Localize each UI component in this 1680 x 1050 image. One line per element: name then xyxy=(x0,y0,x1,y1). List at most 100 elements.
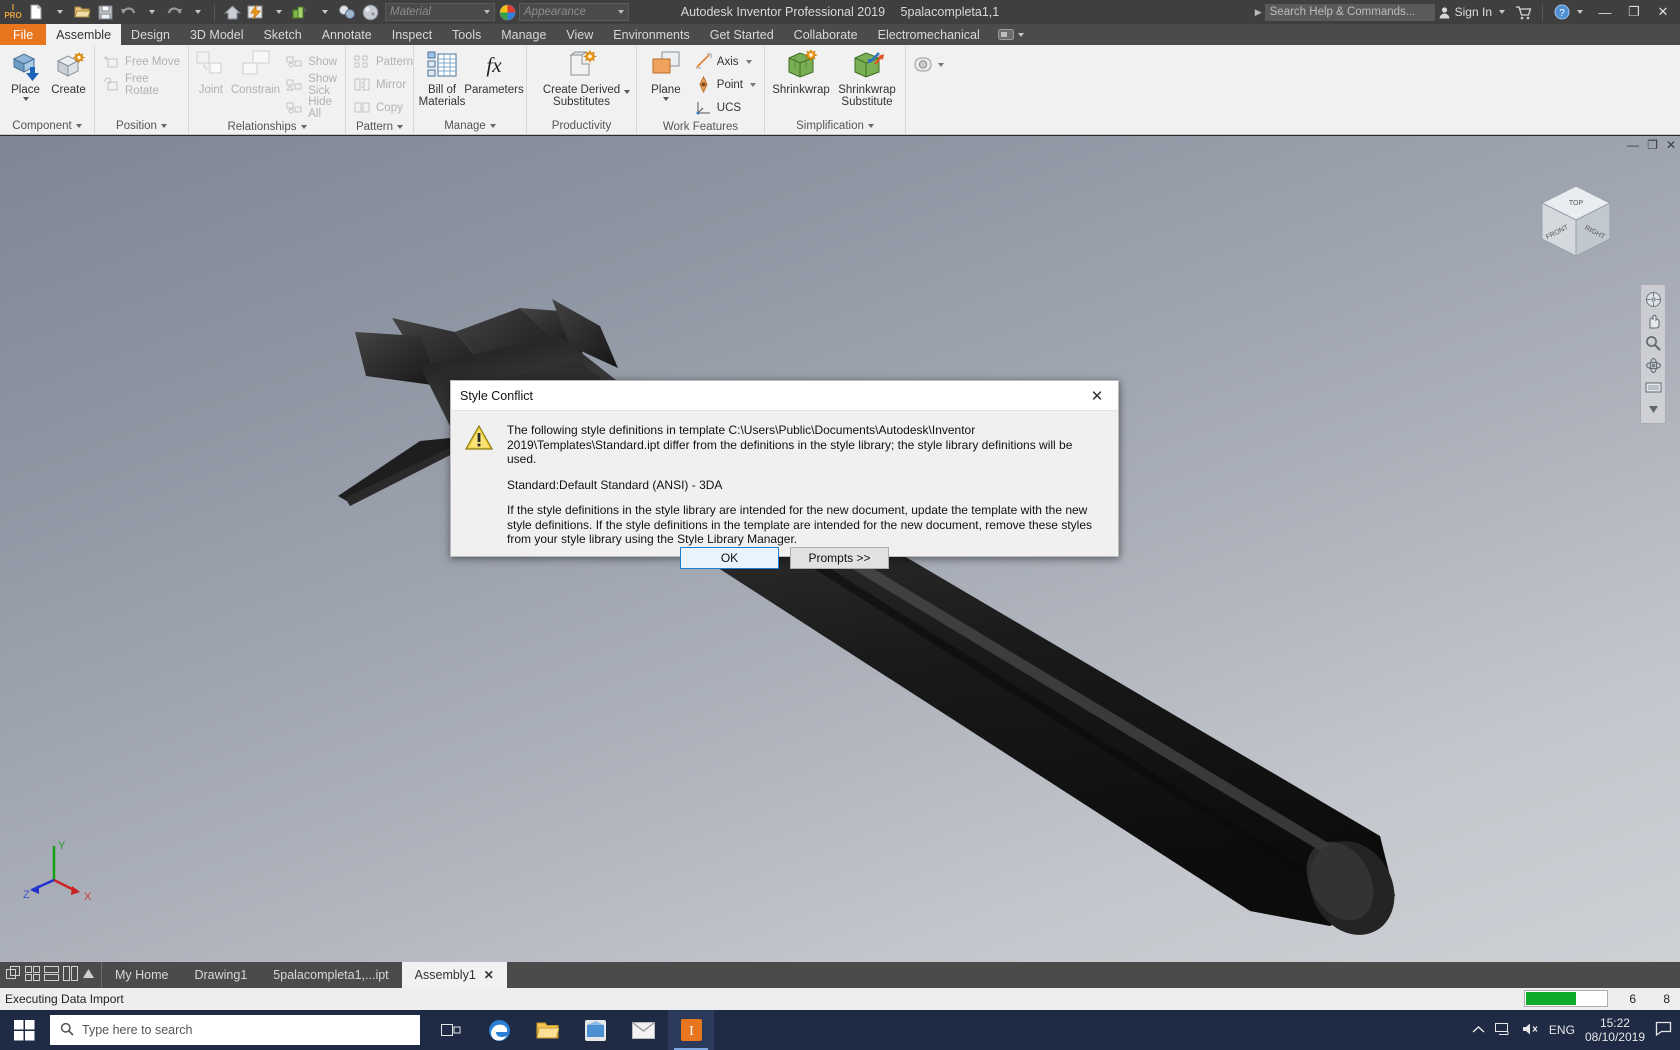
doc-tab-my-home[interactable]: My Home xyxy=(102,962,181,988)
panel-title-simplification[interactable]: Simplification xyxy=(765,118,905,134)
shrinkwrap-button[interactable]: Shrinkwrap xyxy=(769,48,833,96)
doc-tab-5palacompleta[interactable]: 5palacompleta1,...ipt xyxy=(260,962,401,988)
ribbon-tab-tools[interactable]: Tools xyxy=(442,24,491,45)
microsoft-store-icon[interactable] xyxy=(572,1010,618,1050)
volume-muted-icon[interactable] xyxy=(1522,1022,1539,1039)
viewport-close-button[interactable]: ✕ xyxy=(1666,138,1676,152)
cart-icon[interactable] xyxy=(1512,1,1534,23)
edge-browser-icon[interactable] xyxy=(476,1010,522,1050)
mirror-button[interactable]: Mirror xyxy=(350,73,417,96)
taskbar-clock[interactable]: 15:22 08/10/2019 xyxy=(1585,1016,1645,1044)
parameters-button[interactable]: fx Parameters xyxy=(464,48,523,96)
convert-button[interactable] xyxy=(910,53,948,76)
orbit-icon[interactable] xyxy=(1642,354,1664,376)
ribbon-overflow[interactable] xyxy=(990,24,1032,45)
ribbon-tab-annotate[interactable]: Annotate xyxy=(312,24,382,45)
undo-dropdown-icon[interactable] xyxy=(140,1,162,23)
panel-title-manage[interactable]: Manage xyxy=(414,118,526,134)
task-view-icon[interactable] xyxy=(428,1010,474,1050)
open-file-icon[interactable] xyxy=(71,1,93,23)
grid-view-icon[interactable] xyxy=(25,966,40,984)
tile-all-icon[interactable] xyxy=(6,966,21,984)
ribbon-tab-inspect[interactable]: Inspect xyxy=(382,24,442,45)
create-derived-substitutes-button[interactable]: Create Derived Substitutes xyxy=(532,48,632,108)
material-sphere-icon[interactable] xyxy=(359,1,381,23)
help-icon[interactable]: ? xyxy=(1551,1,1573,23)
create-component-button[interactable]: Create xyxy=(47,48,90,96)
maximize-button[interactable]: ❐ xyxy=(1621,0,1647,24)
vertical-split-icon[interactable] xyxy=(63,966,78,984)
prompts-button[interactable]: Prompts >> xyxy=(790,546,889,569)
panel-title-pattern[interactable]: Pattern xyxy=(346,119,413,134)
copy-button[interactable]: Copy xyxy=(350,96,417,119)
close-button[interactable]: ✕ xyxy=(1650,0,1676,24)
network-icon[interactable] xyxy=(1494,1022,1512,1039)
show-relationships-button[interactable]: Show xyxy=(282,50,341,73)
sign-in-button[interactable]: Sign In xyxy=(1438,5,1492,19)
viewport-minimize-button[interactable]: — xyxy=(1627,138,1639,152)
panel-title-position[interactable]: Position xyxy=(95,118,188,134)
place-component-dropdown-icon[interactable] xyxy=(22,97,29,101)
ucs-button[interactable]: UCS xyxy=(691,96,760,119)
home-icon[interactable] xyxy=(221,1,243,23)
redo-dropdown-icon[interactable] xyxy=(186,1,208,23)
redo-icon[interactable] xyxy=(163,1,185,23)
axis-button[interactable]: Axis xyxy=(691,50,760,73)
notification-icon[interactable] xyxy=(1655,1021,1672,1039)
chevron-up-icon[interactable] xyxy=(1472,1023,1485,1037)
free-move-button[interactable]: Free Move xyxy=(99,50,184,73)
panel-title-productivity[interactable]: Productivity xyxy=(527,118,636,134)
pattern-button[interactable]: Pattern xyxy=(350,50,417,73)
inventor-app-icon[interactable]: I xyxy=(668,1010,714,1050)
mail-icon[interactable] xyxy=(620,1010,666,1050)
free-rotate-button[interactable]: Free Rotate xyxy=(99,73,184,97)
sign-in-dropdown-icon[interactable] xyxy=(1499,10,1505,14)
panel-title-component[interactable]: Component xyxy=(0,118,94,134)
undo-icon[interactable] xyxy=(117,1,139,23)
show-sick-button[interactable]: Show Sick xyxy=(282,73,341,97)
ribbon-tab-file[interactable]: File xyxy=(0,24,47,45)
new-file-icon[interactable] xyxy=(25,1,47,23)
create-derived-substitutes-dropdown-icon[interactable] xyxy=(623,90,630,94)
search-input[interactable] xyxy=(1264,3,1435,21)
panel-title-relationships[interactable]: Relationships xyxy=(189,119,345,134)
select-filter-dropdown-icon[interactable] xyxy=(313,1,335,23)
update-dropdown-icon[interactable] xyxy=(267,1,289,23)
appearance-dropdown[interactable]: Appearance xyxy=(519,3,629,21)
viewport-restore-button[interactable]: ❐ xyxy=(1647,138,1658,152)
place-component-button[interactable]: Place xyxy=(4,48,47,101)
plane-button[interactable]: Plane xyxy=(641,48,691,101)
doc-tab-assembly1[interactable]: Assembly1 ✕ xyxy=(401,962,507,988)
ok-button[interactable]: OK xyxy=(680,546,779,569)
look-at-icon[interactable] xyxy=(1642,376,1664,398)
navigation-bar[interactable] xyxy=(1640,284,1666,424)
new-file-dropdown-icon[interactable] xyxy=(48,1,70,23)
file-explorer-icon[interactable] xyxy=(524,1010,570,1050)
doc-tab-drawing1[interactable]: Drawing1 xyxy=(181,962,260,988)
windows-start-icon[interactable] xyxy=(0,1010,48,1050)
point-button[interactable]: Point xyxy=(691,73,760,96)
material-dropdown[interactable]: Material xyxy=(385,3,495,21)
select-filter-icon[interactable] xyxy=(290,1,312,23)
nav-dropdown-icon[interactable] xyxy=(1642,398,1664,420)
taskbar-search-box[interactable]: Type here to search xyxy=(50,1015,420,1045)
doc-tab-close-icon[interactable]: ✕ xyxy=(484,968,494,982)
ribbon-tab-assemble[interactable]: Assemble xyxy=(46,24,122,45)
appearance-override-icon[interactable] xyxy=(336,1,358,23)
help-dropdown-icon[interactable] xyxy=(1577,10,1583,14)
appearance-color-icon[interactable] xyxy=(496,1,518,23)
minimize-button[interactable]: — xyxy=(1592,0,1618,24)
search-expand-icon[interactable]: ▶ xyxy=(1255,7,1262,18)
view-cube[interactable]: TOP FRONT RIGHT xyxy=(1530,178,1622,270)
ribbon-tab-view[interactable]: View xyxy=(556,24,603,45)
plane-dropdown-icon[interactable] xyxy=(662,97,669,101)
horizontal-split-icon[interactable] xyxy=(44,966,59,984)
ribbon-tab-collaborate[interactable]: Collaborate xyxy=(784,24,868,45)
panel-title-work-features[interactable]: Work Features xyxy=(637,119,764,134)
ribbon-tab-get-started[interactable]: Get Started xyxy=(700,24,784,45)
language-indicator[interactable]: ENG xyxy=(1549,1023,1575,1037)
full-navigation-wheel-icon[interactable] xyxy=(1642,288,1664,310)
shrinkwrap-substitute-button[interactable]: Shrinkwrap Substitute xyxy=(833,48,901,108)
ribbon-tab-manage[interactable]: Manage xyxy=(491,24,556,45)
constrain-button[interactable]: Constrain xyxy=(229,48,283,96)
